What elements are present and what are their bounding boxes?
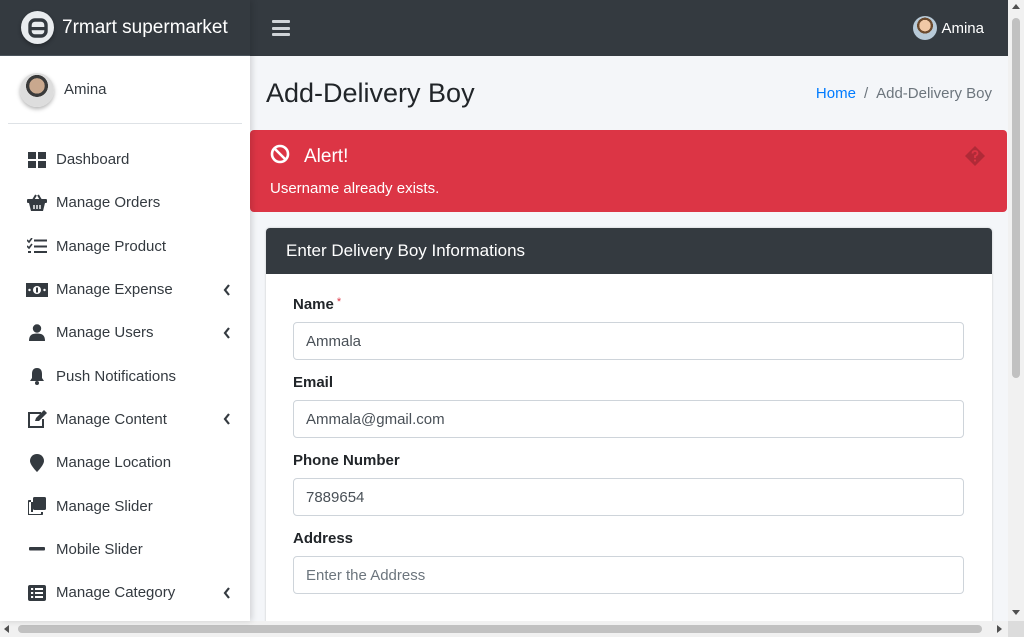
page-title: Add-Delivery Boy	[266, 77, 475, 108]
breadcrumb-home-link[interactable]: Home	[816, 85, 856, 102]
sidebar-item-label: Push Notifications	[56, 367, 177, 385]
address-label: Address	[293, 530, 354, 547]
scroll-up-arrow-icon[interactable]	[1012, 4, 1020, 9]
email-input[interactable]	[293, 400, 964, 438]
alert-message: Username already exists.	[270, 180, 440, 197]
chevron-left-icon	[223, 413, 230, 426]
close-icon[interactable]	[965, 146, 985, 171]
sidebar-item-manage-category[interactable]: Manage Category	[0, 571, 250, 614]
name-label-text: Name	[293, 296, 334, 313]
main-content: Add-Delivery Boy Home / Add-Delivery Boy…	[250, 56, 1008, 621]
dashboard-icon	[26, 150, 48, 170]
sidebar-item-label: Manage Category	[56, 584, 176, 602]
sidebar-item-manage-slider[interactable]: Manage Slider	[0, 484, 250, 527]
sidebar: 7rmart supermarket Amina Dashboard Manag…	[0, 0, 250, 621]
chevron-left-icon	[223, 586, 230, 599]
chevron-left-icon	[223, 283, 230, 296]
chevron-left-icon	[223, 327, 230, 339]
ban-icon	[270, 144, 290, 170]
sidebar-avatar	[20, 72, 54, 107]
name-input[interactable]	[293, 322, 964, 360]
tasks-icon	[26, 236, 48, 256]
delivery-boy-form-card: Enter Delivery Boy Informations Name* Em…	[266, 228, 992, 621]
minus-icon	[26, 539, 48, 559]
clone-icon	[26, 496, 48, 516]
sidebar-item-mobile-slider[interactable]: Mobile Slider	[0, 528, 250, 571]
bell-icon	[26, 366, 48, 386]
brand-name: 7rmart supermarket	[62, 16, 228, 38]
sidebar-item-label: Manage Users	[56, 324, 154, 342]
sidebar-item-dashboard[interactable]: Dashboard	[0, 138, 250, 181]
sidebar-item-label: Mobile Slider	[56, 540, 143, 558]
map-marker-icon	[26, 453, 48, 473]
sidebar-item-push-notifications[interactable]: Push Notifications	[0, 354, 250, 397]
topbar-user-name: Amina	[941, 19, 984, 37]
top-navbar: Amina	[250, 0, 1008, 56]
error-alert: Alert! Username already exists.	[250, 130, 1007, 212]
topbar-avatar	[913, 16, 938, 40]
email-field-group: Email	[293, 374, 964, 438]
horizontal-scrollbar[interactable]	[0, 621, 1024, 637]
name-label: Name *	[293, 296, 964, 313]
horizontal-scroll-thumb[interactable]	[18, 625, 982, 633]
form-body: Name* Email Phone Number Address	[266, 274, 992, 594]
sidebar-item-label: Manage Product	[56, 237, 167, 255]
brand-link[interactable]: 7rmart supermarket	[0, 0, 250, 56]
breadcrumb-current: Add-Delivery Boy	[876, 84, 992, 102]
sidebar-item-label: Dashboard	[56, 151, 130, 169]
sidebar-user-name[interactable]: Amina	[64, 81, 107, 98]
sidebar-item-manage-content[interactable]: Manage Content	[0, 398, 250, 441]
alert-header: Alert!	[270, 144, 987, 170]
phone-input[interactable]	[293, 478, 964, 516]
email-label: Email	[293, 374, 334, 391]
alert-title: Alert!	[304, 146, 349, 167]
card-title: Enter Delivery Boy Informations	[266, 228, 992, 274]
topbar-user-menu[interactable]: Amina	[913, 16, 984, 40]
sidebar-item-manage-expense[interactable]: Manage Expense	[0, 268, 250, 311]
brand-logo-icon	[21, 11, 54, 44]
vertical-scrollbar[interactable]	[1008, 0, 1024, 621]
money-bill-icon	[26, 280, 48, 300]
phone-field-group: Phone Number	[293, 452, 964, 516]
content-header: Add-Delivery Boy Home / Add-Delivery Boy	[250, 56, 1008, 130]
sidebar-user-panel[interactable]: Amina	[8, 56, 242, 124]
address-field-group: Address	[293, 530, 964, 594]
required-asterisk: *	[336, 296, 342, 308]
sidebar-item-label: Manage Expense	[56, 281, 173, 299]
scroll-right-arrow-icon[interactable]	[997, 625, 1002, 633]
scrollbar-corner	[1008, 621, 1024, 637]
basket-icon	[26, 193, 48, 213]
sidebar-item-manage-location[interactable]: Manage Location	[0, 441, 250, 484]
scroll-down-arrow-icon[interactable]	[1012, 610, 1020, 615]
sidebar-item-manage-product[interactable]: Manage Product	[0, 225, 250, 268]
name-field-group: Name *	[293, 296, 964, 360]
sidebar-item-manage-orders[interactable]: Manage Orders	[0, 181, 250, 224]
address-input[interactable]	[293, 556, 964, 594]
phone-label: Phone Number	[293, 452, 400, 469]
user-icon	[26, 323, 48, 343]
sidebar-nav: Dashboard Manage Orders Manage Product M…	[0, 124, 250, 614]
sidebar-item-label: Manage Content	[56, 410, 167, 428]
breadcrumb-separator: /	[863, 84, 869, 102]
sidebar-item-label: Manage Location	[56, 454, 172, 472]
list-alt-icon	[26, 583, 48, 603]
sidebar-item-manage-users[interactable]: Manage Users	[0, 311, 250, 354]
sidebar-item-label: Manage Slider	[56, 497, 153, 515]
vertical-scroll-thumb[interactable]	[1012, 18, 1020, 378]
hamburger-menu-icon[interactable]	[272, 20, 290, 36]
sidebar-item-label: Manage Orders	[56, 194, 161, 212]
edit-icon	[26, 409, 48, 429]
scroll-left-arrow-icon[interactable]	[4, 625, 9, 633]
breadcrumb: Home / Add-Delivery Boy	[816, 85, 992, 102]
